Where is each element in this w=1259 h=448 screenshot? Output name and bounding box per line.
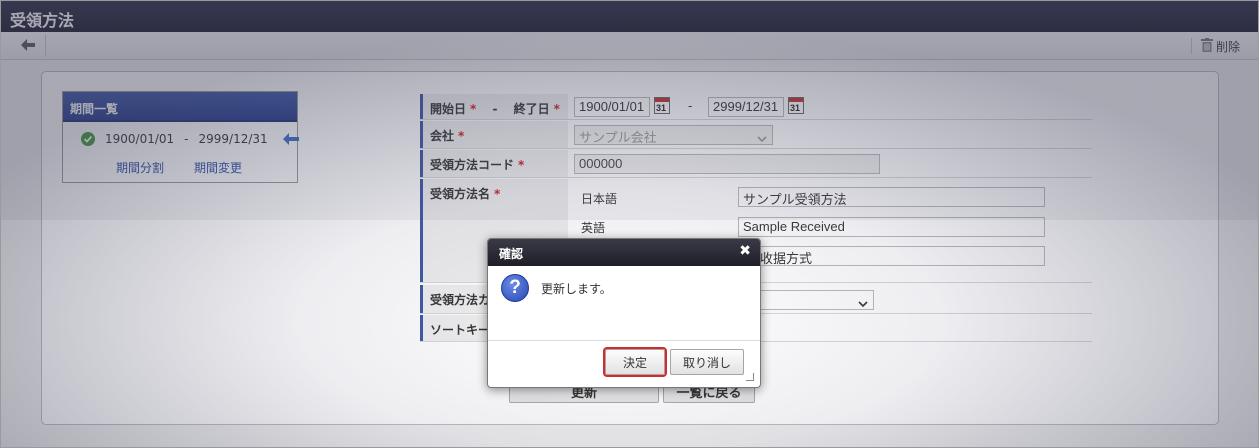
lang-label-en: 英語 — [581, 221, 606, 235]
dialog-title: 確認 — [499, 247, 524, 261]
dialog-divider — [488, 340, 760, 341]
category-label-text: 受領方法カ — [430, 293, 491, 307]
name-input-zh[interactable]: 本收据方式 — [738, 246, 1045, 266]
chevron-down-icon — [858, 296, 868, 311]
app-window: 受領方法 削除 期間一覧 1900/01/01 - 2999/12/31 期間分… — [0, 0, 1259, 448]
confirm-dialog: 確認 ✖ ? 更新します。 決定 取り消し — [487, 238, 761, 388]
dialog-header: 確認 ✖ — [488, 239, 760, 266]
name-input-en[interactable]: Sample Received — [738, 217, 1045, 237]
close-icon[interactable]: ✖ — [739, 243, 751, 259]
confirm-button[interactable]: 決定 — [603, 347, 667, 377]
question-icon: ? — [501, 274, 529, 302]
cancel-button[interactable]: 取り消し — [670, 349, 744, 375]
modal-overlay-top — [1, 1, 1258, 220]
resize-grip-icon[interactable] — [746, 373, 754, 381]
sort-key-label-text: ソートキー — [430, 323, 491, 337]
dialog-message: 更新します。 — [541, 282, 612, 296]
